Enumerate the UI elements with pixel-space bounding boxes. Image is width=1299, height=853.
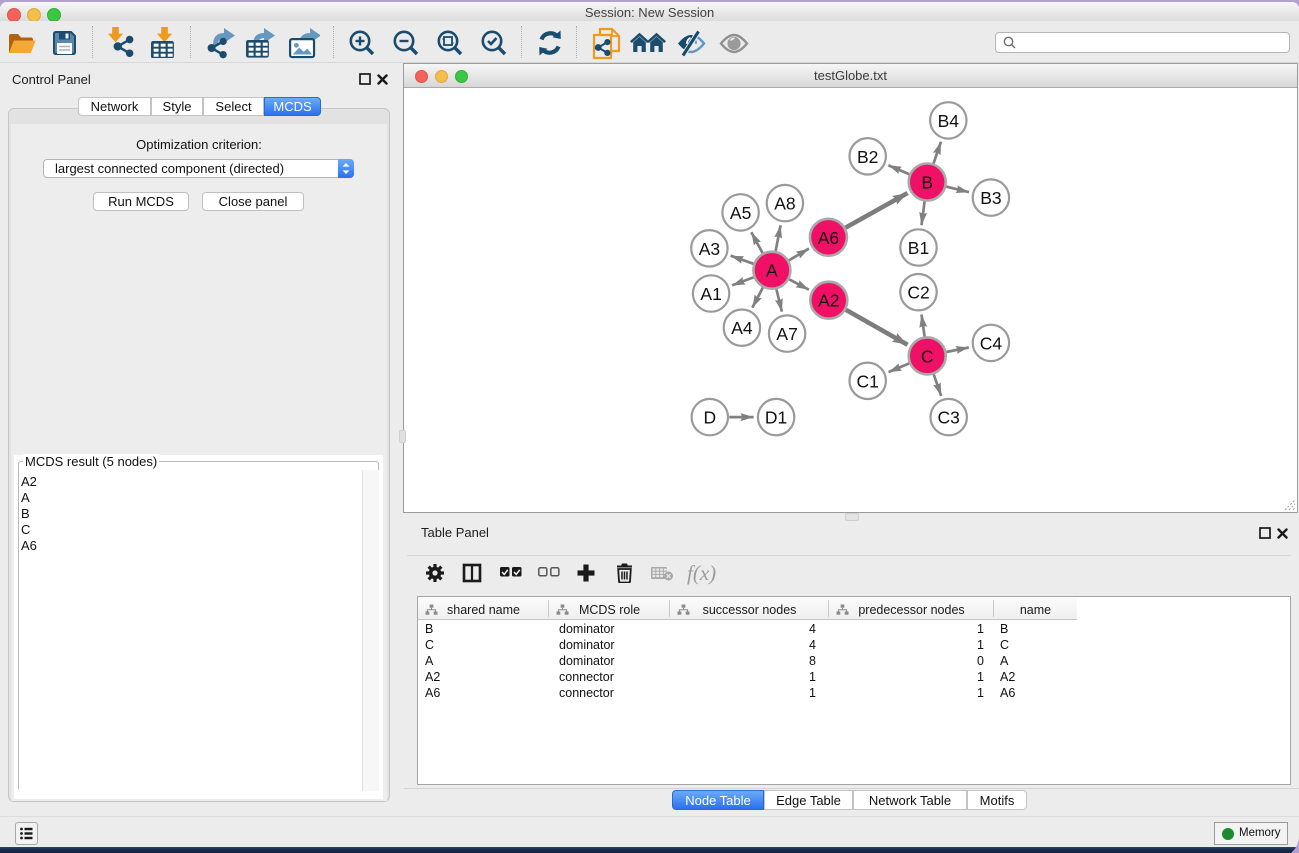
svg-text:A7: A7 (776, 324, 797, 344)
svg-text:D: D (703, 408, 716, 428)
svg-text:C4: C4 (980, 333, 1003, 353)
svg-text:D1: D1 (765, 408, 787, 428)
svg-text:C: C (921, 346, 934, 366)
svg-text:A3: A3 (699, 239, 720, 259)
svg-text:A: A (766, 261, 778, 281)
svg-text:B1: B1 (908, 238, 929, 258)
svg-text:A4: A4 (731, 318, 753, 338)
svg-text:C3: C3 (938, 408, 960, 428)
svg-text:A6: A6 (818, 228, 839, 248)
svg-text:B2: B2 (857, 147, 878, 167)
svg-text:C1: C1 (857, 371, 879, 391)
svg-text:B4: B4 (938, 111, 960, 131)
svg-text:A2: A2 (818, 291, 839, 311)
svg-text:A1: A1 (700, 284, 721, 304)
svg-text:C2: C2 (907, 283, 929, 303)
svg-text:B: B (921, 173, 933, 193)
svg-text:A8: A8 (774, 194, 795, 214)
svg-text:A5: A5 (730, 203, 751, 223)
svg-text:B3: B3 (980, 188, 1001, 208)
